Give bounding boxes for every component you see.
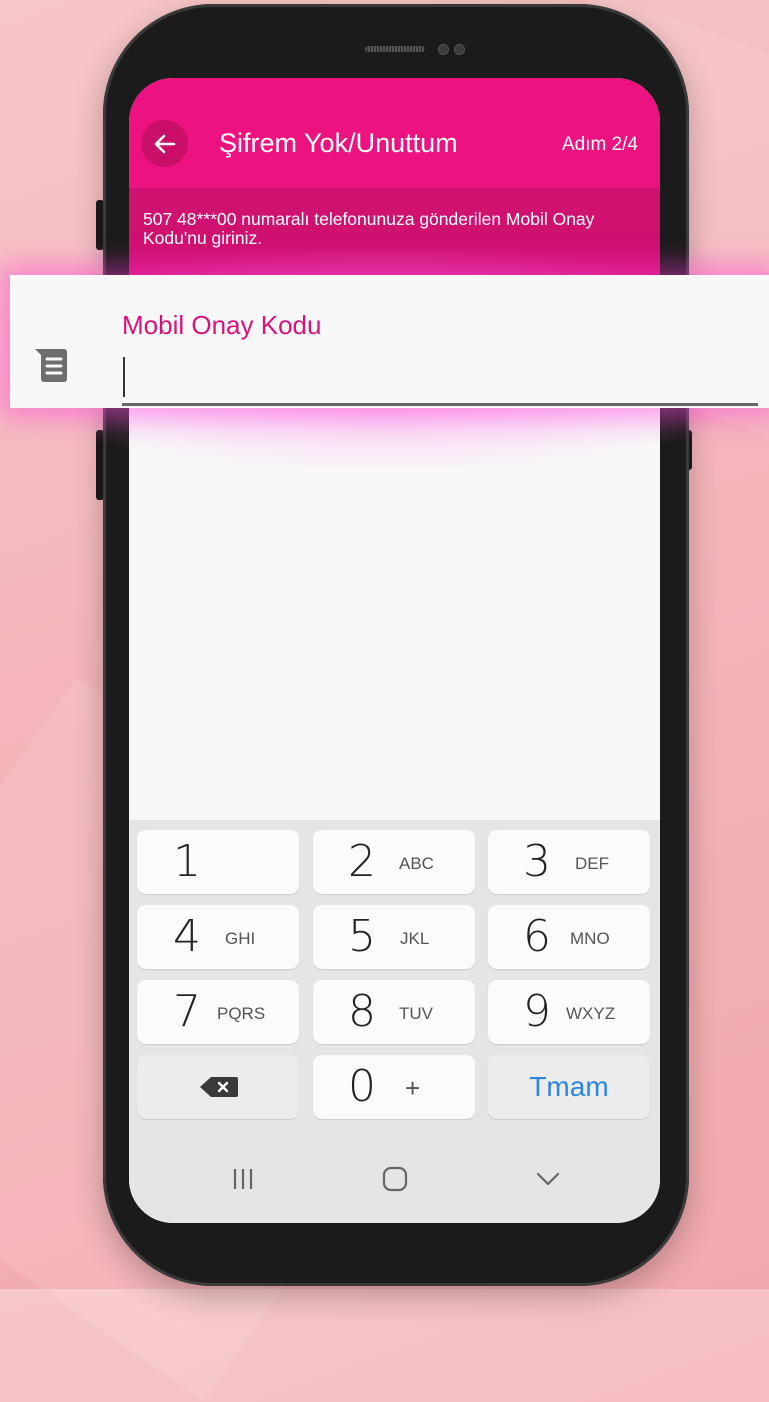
key-digit: 0 [348,1061,376,1112]
key-letters: MNO [570,929,610,948]
key-plus: + [405,1073,421,1103]
key-digit: 7 [173,986,201,1037]
key-letters: JKL [400,929,430,948]
key-3[interactable]: 3 DEF [488,830,650,894]
done-label: Tmam [529,1071,609,1102]
key-6[interactable]: 6 MNO [488,905,650,969]
key-digit: 4 [173,911,201,962]
step-indicator: Adım 2/4 [561,134,638,155]
key-1[interactable]: 1 [137,830,299,894]
done-key[interactable]: Tmam [488,1055,650,1119]
key-digit: 6 [523,911,551,962]
key-4[interactable]: 4 GHI [137,905,299,969]
key-7[interactable]: 7 PQRS [137,980,299,1044]
key-digit: 3 [523,836,551,887]
input-underline [122,403,758,406]
key-letters: PQRS [217,1004,266,1023]
home-icon[interactable] [382,1166,408,1192]
app-bar: Şifrem Yok/Unuttum Adım 2/4 [129,78,660,188]
phone-camera [438,44,449,55]
info-text: 507 48***00 numaralı telefonunuza gönder… [143,209,595,248]
backspace-icon [200,1077,238,1097]
key-digit: 5 [348,911,376,962]
code-field-label: Mobil Onay Kodu [122,310,322,340]
key-8[interactable]: 8 TUV [313,980,475,1044]
backspace-key[interactable] [137,1055,299,1119]
phone-sensor [454,44,465,55]
back-button[interactable] [141,120,188,167]
system-nav-bar [129,1138,660,1223]
key-0[interactable]: 0 + [313,1055,475,1119]
key-5[interactable]: 5 JKL [313,905,475,969]
key-letters: DEF [575,854,609,873]
key-letters: ABC [399,854,434,873]
arrow-left-icon [154,134,175,153]
key-letters: WXYZ [566,1004,616,1023]
key-letters: TUV [399,1004,433,1023]
key-digit: 9 [523,986,551,1037]
key-digit: 1 [173,836,201,887]
key-digit: 2 [348,836,376,887]
page-title: Şifrem Yok/Unuttum [219,128,458,158]
key-letters: GHI [225,929,256,948]
code-input[interactable] [122,357,758,401]
sms-message-icon [35,349,67,382]
recents-icon[interactable] [231,1167,255,1191]
text-cursor [123,357,125,397]
hide-keyboard-chevron-icon[interactable] [535,1169,561,1189]
key-2[interactable]: 2 ABC [313,830,475,894]
key-digit: 8 [348,986,376,1037]
key-9[interactable]: 9 WXYZ [488,980,650,1044]
phone-speaker [365,46,425,52]
